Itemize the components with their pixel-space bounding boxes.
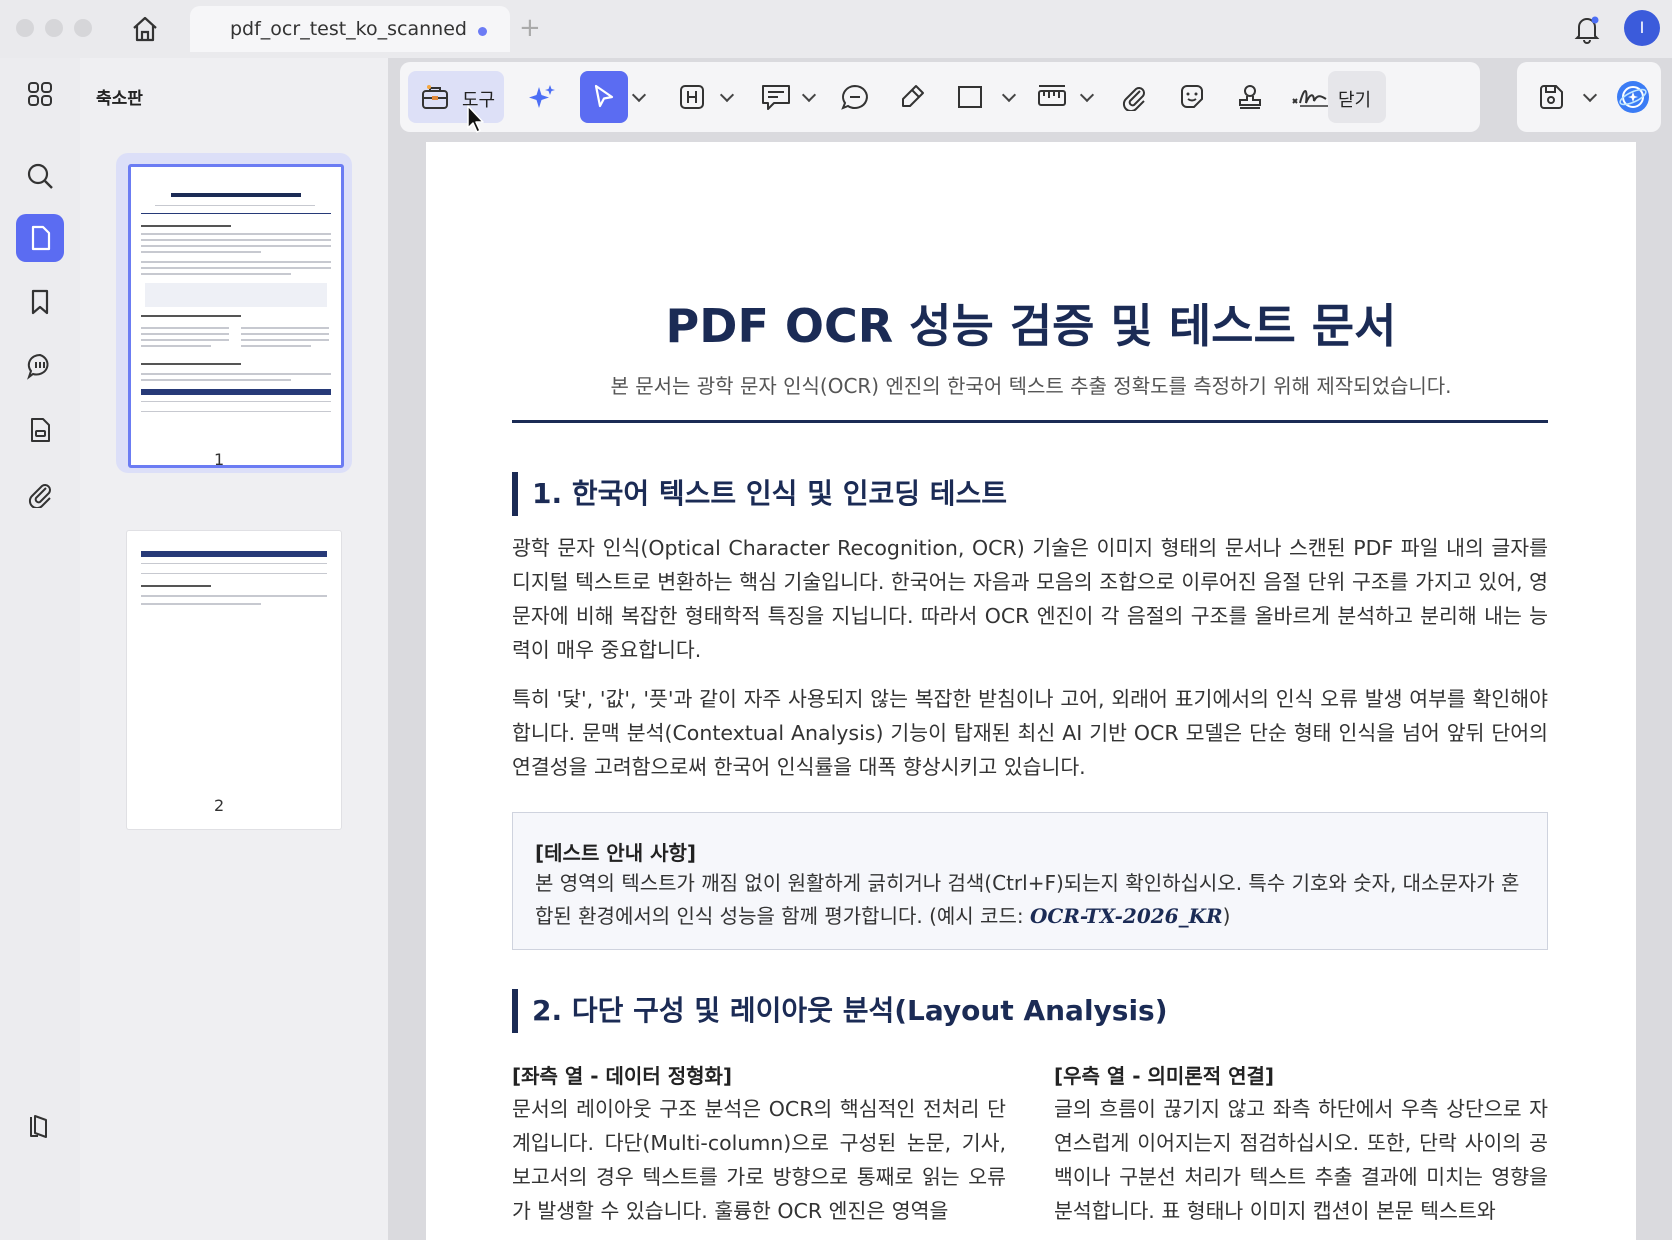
- save-button[interactable]: [1529, 71, 1575, 123]
- rectangle-icon: [958, 86, 982, 108]
- comment-icon: [762, 85, 790, 110]
- thumbnail-panel: 축소판 1 2: [80, 58, 388, 1240]
- layers-icon: [30, 1115, 47, 1138]
- pdf-page: PDF OCR 성능 검증 및 테스트 문서 본 문서는 광학 문자 인식(OC…: [426, 142, 1636, 1240]
- text-box-tool[interactable]: [670, 71, 714, 123]
- window-minimize-button[interactable]: [45, 19, 63, 37]
- rectangle-tool[interactable]: [948, 71, 992, 123]
- notification-button[interactable]: [1570, 12, 1604, 46]
- ai-sparkle-icon: [529, 85, 555, 108]
- note-icon: [841, 84, 868, 110]
- note-tool[interactable]: [832, 71, 876, 123]
- thumbnail-page-number: 2: [214, 796, 225, 815]
- highlighter-tool[interactable]: [890, 71, 934, 123]
- stamp-tool[interactable]: [1228, 71, 1272, 123]
- signature-icon: [1292, 90, 1328, 107]
- mouse-cursor-icon: [467, 105, 484, 133]
- tools-button[interactable]: 도구: [408, 71, 504, 123]
- ai-assistant-button[interactable]: [1611, 71, 1655, 123]
- notice-title: [테스트 안내 사항]: [535, 841, 697, 865]
- document-icon: [31, 418, 50, 442]
- tools-icon: [422, 85, 448, 109]
- measure-icon: [1038, 85, 1066, 106]
- attachment-tool[interactable]: [1112, 71, 1156, 123]
- bookmark-icon: [31, 289, 49, 315]
- tab-title: pdf_ocr_test_ko_scanned: [230, 18, 467, 40]
- chevron-down-icon[interactable]: [801, 87, 817, 103]
- section-1-paragraph-1: 광학 문자 인식(Optical Character Recognition, …: [512, 536, 1548, 662]
- search-icon: [27, 163, 53, 189]
- test-notice-box: [테스트 안내 사항] 본 영역의 텍스트가 깨짐 없이 원활하게 긁히거나 검…: [512, 812, 1548, 950]
- highlighter-icon: [902, 85, 924, 107]
- ai-button[interactable]: [518, 71, 566, 123]
- user-avatar[interactable]: I: [1624, 10, 1660, 46]
- annotation-toolbar: 도구 닫기: [400, 62, 1480, 132]
- select-tool-button[interactable]: [580, 71, 628, 123]
- thumbnail-page-number: 1: [214, 450, 225, 469]
- attachment-icon: [28, 484, 51, 508]
- window-zoom-button[interactable]: [74, 19, 92, 37]
- home-button[interactable]: [128, 12, 162, 46]
- chevron-down-icon[interactable]: [719, 87, 735, 103]
- sticker-tool[interactable]: [1170, 71, 1214, 123]
- panel-title: 축소판: [96, 89, 143, 109]
- notice-text: 본 영역의 텍스트가 깨짐 없이 원활하게 긁히거나 검색(Ctrl+F)되는지…: [535, 871, 1520, 928]
- chevron-down-icon[interactable]: [1582, 87, 1598, 103]
- signature-tool[interactable]: [1284, 71, 1334, 123]
- select-cursor-icon: [594, 84, 614, 108]
- grid-icon: [28, 82, 52, 106]
- document-button[interactable]: [16, 406, 64, 454]
- section-2-heading: 2. 다단 구성 및 레이아웃 분석(Layout Analysis): [512, 989, 1168, 1033]
- document-tab[interactable]: pdf_ocr_test_ko_scanned: [190, 6, 510, 52]
- chevron-down-icon[interactable]: [631, 87, 647, 103]
- stamp-icon: [1239, 85, 1261, 109]
- comments-button[interactable]: [16, 342, 64, 390]
- search-button[interactable]: [16, 152, 64, 200]
- text-box-icon: [680, 85, 704, 109]
- home-icon: [133, 16, 157, 42]
- chevron-down-icon[interactable]: [1001, 87, 1017, 103]
- comment-tool[interactable]: [752, 71, 796, 123]
- document-title: PDF OCR 성능 검증 및 테스트 문서: [665, 299, 1397, 353]
- sticker-icon: [1181, 85, 1203, 108]
- title-divider: [512, 420, 1548, 423]
- window-close-button[interactable]: [16, 19, 34, 37]
- new-tab-button[interactable]: +: [519, 12, 541, 44]
- attachment-icon: [1122, 87, 1145, 111]
- grid-button[interactable]: [16, 70, 64, 118]
- section-1-paragraph-2: 특히 '닻', '값', '픗'과 같이 자주 사용되지 않는 복잡한 받침이나…: [512, 687, 1548, 779]
- left-column-body: 문서의 레이아웃 구조 분석은 OCR의 핵심적인 전처리 단계입니다. 다단(…: [512, 1097, 1006, 1223]
- measure-tool[interactable]: [1028, 71, 1078, 123]
- left-column-title: [좌측 열 - 데이터 정형화]: [512, 1064, 733, 1088]
- chevron-down-icon[interactable]: [1079, 87, 1095, 103]
- close-label: 닫기: [1338, 90, 1372, 111]
- section-1-heading: 1. 한국어 텍스트 인식 및 인코딩 테스트: [512, 472, 1007, 516]
- thumbnails-button[interactable]: [16, 214, 64, 262]
- left-rail: [0, 58, 81, 1240]
- unsaved-indicator: [478, 27, 487, 36]
- save-icon: [1540, 85, 1563, 109]
- page-thumbnail-1[interactable]: [128, 164, 344, 468]
- notice-close-paren: ): [1222, 904, 1231, 928]
- layers-button[interactable]: [16, 1102, 64, 1150]
- page-icon: [31, 225, 51, 251]
- ai-assistant-icon: [1617, 81, 1649, 113]
- attachments-button[interactable]: [16, 470, 64, 518]
- notice-body: 본 영역의 텍스트가 깨짐 없이 원활하게 긁히거나 검색(Ctrl+F)되는지…: [535, 867, 1525, 933]
- comment-icon: [27, 353, 49, 380]
- bell-icon: [1574, 16, 1600, 44]
- document-subtitle: 본 문서는 광학 문자 인식(OCR) 엔진의 한국어 텍스트 추출 정확도를 …: [610, 374, 1452, 398]
- right-column-title: [우측 열 - 의미론적 연결]: [1054, 1064, 1275, 1088]
- page-thumbnail-2[interactable]: [126, 530, 342, 830]
- secondary-toolbar: [1517, 62, 1661, 132]
- close-toolbar-button[interactable]: 닫기: [1328, 71, 1386, 123]
- bookmarks-button[interactable]: [16, 278, 64, 326]
- right-column-body: 글의 흐름이 끊기지 않고 좌측 하단에서 우측 상단으로 자연스럽게 이어지는…: [1054, 1097, 1548, 1223]
- example-code: OCR-TX-2026_KR: [1029, 904, 1223, 928]
- title-bar: pdf_ocr_test_ko_scanned + I: [0, 0, 1672, 58]
